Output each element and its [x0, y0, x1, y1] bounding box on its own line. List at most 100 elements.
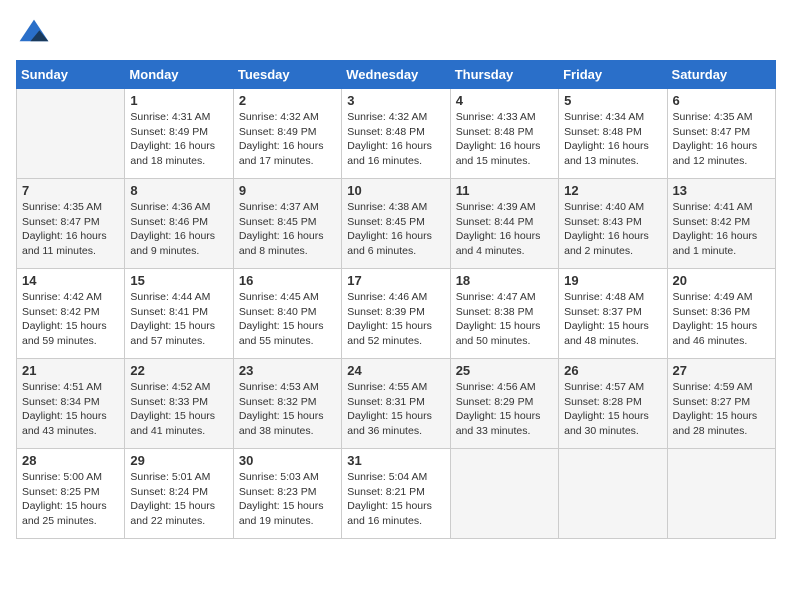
day-number: 20	[673, 273, 770, 288]
day-info: Sunrise: 4:35 AM Sunset: 8:47 PM Dayligh…	[673, 110, 770, 169]
logo	[16, 16, 56, 52]
day-number: 17	[347, 273, 444, 288]
day-number: 26	[564, 363, 661, 378]
day-cell: 27 Sunrise: 4:59 AM Sunset: 8:27 PM Dayli…	[667, 359, 775, 449]
day-number: 4	[456, 93, 553, 108]
col-header-friday: Friday	[559, 61, 667, 89]
day-cell: 24 Sunrise: 4:55 AM Sunset: 8:31 PM Dayli…	[342, 359, 450, 449]
day-info: Sunrise: 4:32 AM Sunset: 8:49 PM Dayligh…	[239, 110, 336, 169]
day-info: Sunrise: 4:44 AM Sunset: 8:41 PM Dayligh…	[130, 290, 227, 349]
day-info: Sunrise: 4:31 AM Sunset: 8:49 PM Dayligh…	[130, 110, 227, 169]
day-cell	[559, 449, 667, 539]
day-cell: 31Sunrise: 5:04 AM Sunset: 8:21 PM Dayli…	[342, 449, 450, 539]
week-row-3: 14 Sunrise: 4:42 AM Sunset: 8:42 PM Dayli…	[17, 269, 776, 359]
day-number: 3	[347, 93, 444, 108]
day-cell: 14 Sunrise: 4:42 AM Sunset: 8:42 PM Dayli…	[17, 269, 125, 359]
col-header-wednesday: Wednesday	[342, 61, 450, 89]
day-cell: 28 Sunrise: 5:00 AM Sunset: 8:25 PM Dayli…	[17, 449, 125, 539]
day-info: Sunrise: 4:32 AM Sunset: 8:48 PM Dayligh…	[347, 110, 444, 169]
day-number: 21	[22, 363, 119, 378]
day-number: 24	[347, 363, 444, 378]
day-cell: 15 Sunrise: 4:44 AM Sunset: 8:41 PM Dayli…	[125, 269, 233, 359]
col-header-saturday: Saturday	[667, 61, 775, 89]
day-number: 5	[564, 93, 661, 108]
day-number: 22	[130, 363, 227, 378]
week-row-1: 1 Sunrise: 4:31 AM Sunset: 8:49 PM Daylig…	[17, 89, 776, 179]
day-info: Sunrise: 5:01 AM Sunset: 8:24 PM Dayligh…	[130, 470, 227, 529]
col-header-sunday: Sunday	[17, 61, 125, 89]
day-number: 16	[239, 273, 336, 288]
day-number: 6	[673, 93, 770, 108]
day-cell	[667, 449, 775, 539]
day-number: 1	[130, 93, 227, 108]
day-cell: 2 Sunrise: 4:32 AM Sunset: 8:49 PM Daylig…	[233, 89, 341, 179]
day-cell: 8Sunrise: 4:36 AM Sunset: 8:46 PM Daylig…	[125, 179, 233, 269]
day-cell: 4 Sunrise: 4:33 AM Sunset: 8:48 PM Daylig…	[450, 89, 558, 179]
day-cell: 5 Sunrise: 4:34 AM Sunset: 8:48 PM Daylig…	[559, 89, 667, 179]
day-number: 13	[673, 183, 770, 198]
day-number: 2	[239, 93, 336, 108]
day-info: Sunrise: 4:39 AM Sunset: 8:44 PM Dayligh…	[456, 200, 553, 259]
day-cell: 13 Sunrise: 4:41 AM Sunset: 8:42 PM Dayli…	[667, 179, 775, 269]
day-number: 18	[456, 273, 553, 288]
day-info: Sunrise: 5:03 AM Sunset: 8:23 PM Dayligh…	[239, 470, 336, 529]
day-number: 10	[347, 183, 444, 198]
col-header-thursday: Thursday	[450, 61, 558, 89]
day-info: Sunrise: 4:33 AM Sunset: 8:48 PM Dayligh…	[456, 110, 553, 169]
day-cell: 1 Sunrise: 4:31 AM Sunset: 8:49 PM Daylig…	[125, 89, 233, 179]
day-number: 7	[22, 183, 119, 198]
day-info: Sunrise: 4:35 AM Sunset: 8:47 PM Dayligh…	[22, 200, 119, 259]
week-row-5: 28 Sunrise: 5:00 AM Sunset: 8:25 PM Dayli…	[17, 449, 776, 539]
day-cell: 29 Sunrise: 5:01 AM Sunset: 8:24 PM Dayli…	[125, 449, 233, 539]
day-info: Sunrise: 4:40 AM Sunset: 8:43 PM Dayligh…	[564, 200, 661, 259]
day-info: Sunrise: 4:42 AM Sunset: 8:42 PM Dayligh…	[22, 290, 119, 349]
day-cell: 11 Sunrise: 4:39 AM Sunset: 8:44 PM Dayli…	[450, 179, 558, 269]
day-number: 9	[239, 183, 336, 198]
day-info: Sunrise: 4:45 AM Sunset: 8:40 PM Dayligh…	[239, 290, 336, 349]
day-info: Sunrise: 4:52 AM Sunset: 8:33 PM Dayligh…	[130, 380, 227, 439]
day-cell: 10 Sunrise: 4:38 AM Sunset: 8:45 PM Dayli…	[342, 179, 450, 269]
page-header	[16, 16, 776, 52]
day-info: Sunrise: 4:34 AM Sunset: 8:48 PM Dayligh…	[564, 110, 661, 169]
day-cell: 19Sunrise: 4:48 AM Sunset: 8:37 PM Dayli…	[559, 269, 667, 359]
day-info: Sunrise: 4:59 AM Sunset: 8:27 PM Dayligh…	[673, 380, 770, 439]
day-cell	[17, 89, 125, 179]
day-info: Sunrise: 5:00 AM Sunset: 8:25 PM Dayligh…	[22, 470, 119, 529]
day-info: Sunrise: 4:46 AM Sunset: 8:39 PM Dayligh…	[347, 290, 444, 349]
day-cell: 25Sunrise: 4:56 AM Sunset: 8:29 PM Dayli…	[450, 359, 558, 449]
day-info: Sunrise: 4:55 AM Sunset: 8:31 PM Dayligh…	[347, 380, 444, 439]
day-cell: 23 Sunrise: 4:53 AM Sunset: 8:32 PM Dayli…	[233, 359, 341, 449]
day-info: Sunrise: 4:56 AM Sunset: 8:29 PM Dayligh…	[456, 380, 553, 439]
day-number: 27	[673, 363, 770, 378]
day-info: Sunrise: 4:51 AM Sunset: 8:34 PM Dayligh…	[22, 380, 119, 439]
day-number: 14	[22, 273, 119, 288]
day-number: 30	[239, 453, 336, 468]
day-number: 19	[564, 273, 661, 288]
day-number: 28	[22, 453, 119, 468]
day-number: 23	[239, 363, 336, 378]
day-cell: 6 Sunrise: 4:35 AM Sunset: 8:47 PM Daylig…	[667, 89, 775, 179]
day-number: 29	[130, 453, 227, 468]
day-cell: 30 Sunrise: 5:03 AM Sunset: 8:23 PM Dayli…	[233, 449, 341, 539]
col-header-monday: Monday	[125, 61, 233, 89]
day-cell: 18Sunrise: 4:47 AM Sunset: 8:38 PM Dayli…	[450, 269, 558, 359]
day-number: 11	[456, 183, 553, 198]
day-cell: 12 Sunrise: 4:40 AM Sunset: 8:43 PM Dayli…	[559, 179, 667, 269]
day-number: 15	[130, 273, 227, 288]
day-cell: 9 Sunrise: 4:37 AM Sunset: 8:45 PM Daylig…	[233, 179, 341, 269]
day-info: Sunrise: 4:49 AM Sunset: 8:36 PM Dayligh…	[673, 290, 770, 349]
day-cell: 17 Sunrise: 4:46 AM Sunset: 8:39 PM Dayli…	[342, 269, 450, 359]
logo-icon	[16, 16, 52, 52]
day-info: Sunrise: 4:36 AM Sunset: 8:46 PM Dayligh…	[130, 200, 227, 259]
day-cell: 7 Sunrise: 4:35 AM Sunset: 8:47 PM Daylig…	[17, 179, 125, 269]
calendar-table: SundayMondayTuesdayWednesdayThursdayFrid…	[16, 60, 776, 539]
day-info: Sunrise: 5:04 AM Sunset: 8:21 PM Dayligh…	[347, 470, 444, 529]
day-info: Sunrise: 4:38 AM Sunset: 8:45 PM Dayligh…	[347, 200, 444, 259]
day-info: Sunrise: 4:37 AM Sunset: 8:45 PM Dayligh…	[239, 200, 336, 259]
day-info: Sunrise: 4:41 AM Sunset: 8:42 PM Dayligh…	[673, 200, 770, 259]
col-header-tuesday: Tuesday	[233, 61, 341, 89]
day-info: Sunrise: 4:53 AM Sunset: 8:32 PM Dayligh…	[239, 380, 336, 439]
day-number: 12	[564, 183, 661, 198]
week-row-4: 21 Sunrise: 4:51 AM Sunset: 8:34 PM Dayli…	[17, 359, 776, 449]
header-row: SundayMondayTuesdayWednesdayThursdayFrid…	[17, 61, 776, 89]
